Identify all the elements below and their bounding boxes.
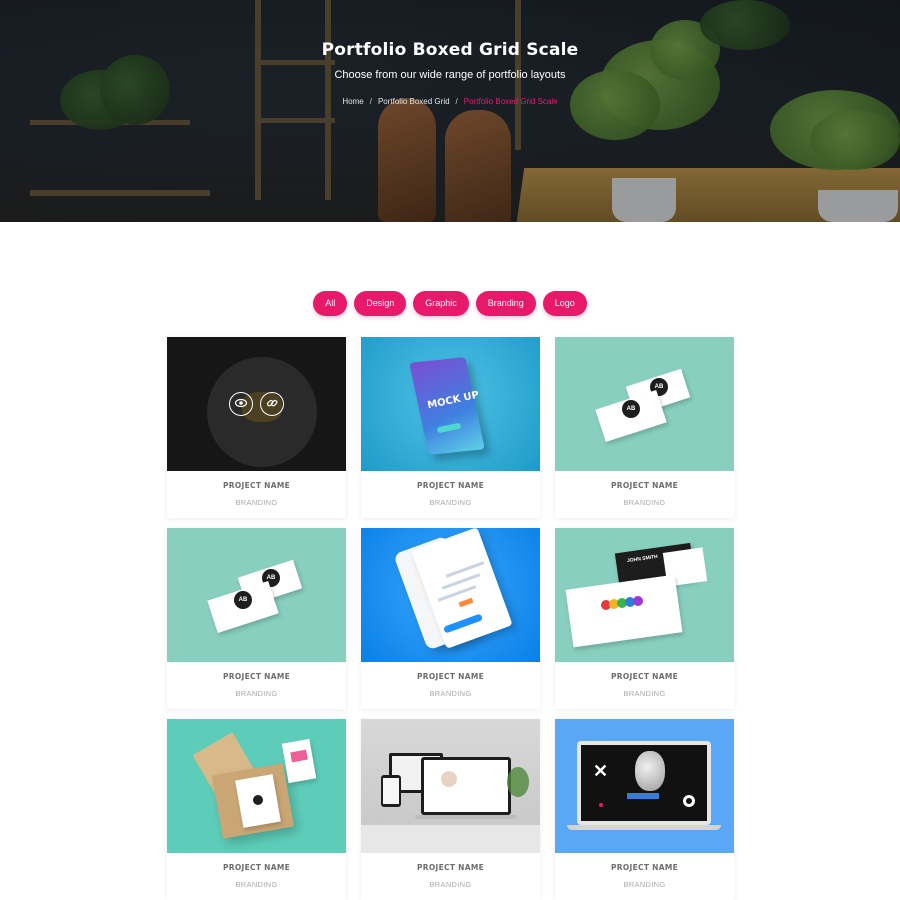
project-category: BRANDING — [623, 498, 666, 507]
project-thumbnail[interactable] — [167, 719, 346, 853]
project-category: BRANDING — [235, 880, 278, 889]
project-category: BRANDING — [235, 498, 278, 507]
filter-design[interactable]: Design — [354, 291, 407, 316]
portfolio-item[interactable]: PROJECT NAME BRANDING — [361, 719, 540, 900]
project-name[interactable]: PROJECT NAME — [361, 863, 540, 872]
project-name[interactable]: PROJECT NAME — [555, 672, 734, 681]
portfolio-item[interactable]: PROJECT NAME BRANDING — [167, 719, 346, 900]
project-thumbnail[interactable] — [167, 337, 346, 471]
portfolio-item[interactable]: PROJECT NAME BRANDING — [167, 337, 346, 518]
breadcrumb-home[interactable]: Home — [342, 97, 363, 106]
portfolio-item[interactable]: AB AB PROJECT NAME BRANDING — [555, 337, 734, 518]
project-name[interactable]: PROJECT NAME — [167, 672, 346, 681]
page-subtitle: Choose from our wide range of portfolio … — [334, 69, 566, 81]
project-category: BRANDING — [623, 689, 666, 698]
project-thumbnail[interactable]: MOCK UP — [361, 337, 540, 471]
project-thumbnail[interactable] — [361, 719, 540, 853]
hero-banner: Portfolio Boxed Grid Scale Choose from o… — [0, 0, 900, 222]
portfolio-item[interactable]: ✕ PROJECT NAME BRANDING — [555, 719, 734, 900]
portfolio-item[interactable]: PROJECT NAME BRANDING — [361, 528, 540, 709]
project-category: BRANDING — [429, 498, 472, 507]
breadcrumb-current: Portfolio Boxed Grid Scale — [463, 97, 558, 106]
project-thumbnail[interactable]: AB AB — [167, 528, 346, 662]
portfolio-item[interactable]: JOHN SMITH PROJECT NAME BRANDING — [555, 528, 734, 709]
link-icon[interactable] — [260, 392, 284, 416]
project-name[interactable]: PROJECT NAME — [361, 672, 540, 681]
project-category: BRANDING — [429, 689, 472, 698]
portfolio-grid: PROJECT NAME BRANDING MOCK UP PROJECT NA… — [167, 337, 735, 900]
project-category: BRANDING — [623, 880, 666, 889]
portfolio-filters: All Design Graphic Branding Logo — [0, 291, 900, 316]
project-name[interactable]: PROJECT NAME — [361, 481, 540, 490]
filter-graphic[interactable]: Graphic — [413, 291, 469, 316]
filter-all[interactable]: All — [313, 291, 348, 316]
eye-icon[interactable] — [229, 392, 253, 416]
project-category: BRANDING — [429, 880, 472, 889]
project-name[interactable]: PROJECT NAME — [555, 481, 734, 490]
portfolio-item[interactable]: MOCK UP PROJECT NAME BRANDING — [361, 337, 540, 518]
logo-icon: AB — [622, 400, 640, 418]
project-thumbnail[interactable]: JOHN SMITH — [555, 528, 734, 662]
logo-icon: AB — [234, 591, 252, 609]
breadcrumb: Home / Portfolio Boxed Grid / Portfolio Boxe… — [342, 97, 558, 106]
project-category: BRANDING — [235, 689, 278, 698]
filter-logo[interactable]: Logo — [542, 291, 587, 316]
page-title: Portfolio Boxed Grid Scale — [321, 40, 579, 60]
project-thumbnail[interactable] — [361, 528, 540, 662]
portfolio-item[interactable]: AB AB PROJECT NAME BRANDING — [167, 528, 346, 709]
project-name[interactable]: PROJECT NAME — [167, 863, 346, 872]
project-thumbnail[interactable]: AB AB — [555, 337, 734, 471]
project-name[interactable]: PROJECT NAME — [167, 481, 346, 490]
project-name[interactable]: PROJECT NAME — [555, 863, 734, 872]
filter-branding[interactable]: Branding — [475, 291, 536, 316]
project-thumbnail[interactable]: ✕ — [555, 719, 734, 853]
breadcrumb-parent[interactable]: Portfolio Boxed Grid — [378, 97, 450, 106]
